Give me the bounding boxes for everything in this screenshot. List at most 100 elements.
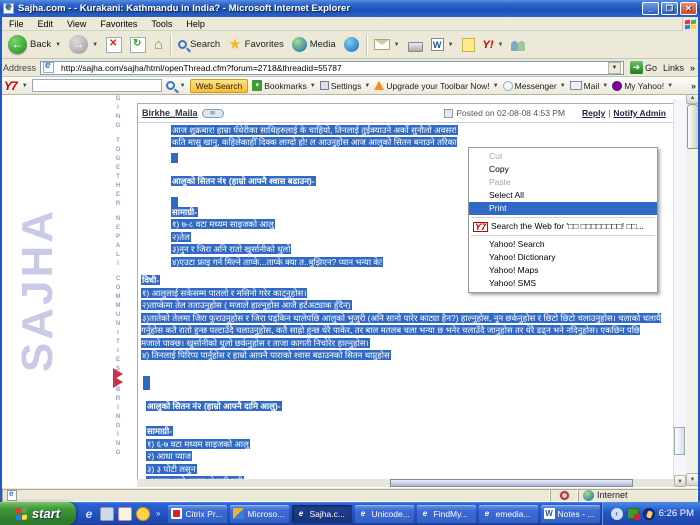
task-emedia[interactable]: e emedia... [479,505,538,523]
context-search-web[interactable]: Y7 Search the Web for '□□ □□□□□□□□! □□..… [469,220,657,233]
media-button[interactable]: Media [288,33,340,57]
start-button[interactable]: start [0,502,76,525]
print-button[interactable] [404,33,427,57]
context-paste[interactable]: Paste [469,176,657,189]
mail-dropdown-icon[interactable]: ▼ [602,83,608,89]
bookmarks-dropdown-icon[interactable]: ▼ [310,83,316,89]
menu-file[interactable]: File [2,19,31,29]
yahoo-dropdown-icon[interactable]: ▼ [498,42,504,48]
tagline-letter: U [116,311,120,320]
task-notes[interactable]: W Notes - ... [541,505,600,523]
task-microsoft[interactable]: Microso... [230,505,289,523]
discuss-icon [462,38,475,52]
messenger-label: Messenger [515,81,557,91]
yahoo-services-button[interactable]: Y! ▼ [479,33,508,57]
task-citrix[interactable]: Citrix Pr... [168,505,227,523]
my-yahoo-button[interactable]: My Yahoo! ▼ [612,81,673,91]
messenger-button[interactable] [507,33,530,57]
media-label: Media [310,39,336,50]
links-chevron-icon[interactable]: » [690,63,695,73]
content-scrollbar-thumb[interactable] [674,427,685,455]
favorites-button[interactable]: ★ Favorites [224,33,288,57]
content-scroll-down-button[interactable]: ▼ [674,475,686,487]
yahoo-search-input[interactable] [32,79,162,92]
mail-menu-button[interactable]: Mail ▼ [570,81,609,91]
post-author-link[interactable]: Birkhe_Maila [142,108,198,118]
close-button[interactable]: ✕ [680,2,697,15]
send-message-icon[interactable]: ✉ [202,109,224,118]
messenger-dropdown-icon[interactable]: ▼ [560,83,566,89]
menu-help[interactable]: Help [179,19,212,29]
search-button[interactable]: Search [174,33,224,57]
go-button[interactable]: ➜ Go [628,61,659,74]
back-button[interactable]: ← Back ▼ [4,33,65,57]
upgrade-toolbar-button[interactable]: Upgrade your Toolbar Now! ▼ [374,81,498,91]
menu-favorites[interactable]: Favorites [93,19,144,29]
menu-edit[interactable]: Edit [31,19,61,29]
horizontal-scrollbar[interactable] [137,479,673,487]
ybar-overflow-chevron[interactable]: » [691,81,696,91]
tray-collapse-chevron[interactable]: ‹ [611,508,623,520]
links-label[interactable]: Links [663,63,684,73]
forward-dropdown-icon[interactable]: ▼ [92,42,98,48]
context-copy[interactable]: Copy [469,163,657,176]
task-sajha[interactable]: e Sajha.c... [292,505,351,523]
quicklaunch-ie-icon[interactable]: e [82,507,96,521]
yahoo-magnifier-icon[interactable] [166,81,175,90]
minimize-button[interactable]: _ [642,2,659,15]
status-page-icon [7,490,17,501]
edit-with-word-button[interactable]: W ▼ [427,33,458,57]
bookmarks-button[interactable]: ▾ Bookmarks ▼ [252,80,315,91]
back-dropdown-icon[interactable]: ▼ [55,42,61,48]
forward-button[interactable]: → ▼ [65,33,102,57]
settings-button[interactable]: Settings ▼ [320,81,371,91]
context-yahoo-maps[interactable]: Yahoo! Maps [469,264,657,277]
mail-dropdown-icon[interactable]: ▼ [394,42,400,48]
tagline-letter: I [117,104,119,113]
home-button[interactable]: ⌂ [150,33,167,57]
yahoo-logo-button[interactable]: Y7 [4,79,17,93]
menu-tools[interactable]: Tools [144,19,179,29]
content-scrollbar[interactable]: ▼ [673,99,686,487]
internet-zone-icon [583,490,594,501]
quicklaunch-desktop-icon[interactable] [100,507,114,521]
yahoo-magnifier-dropdown-icon[interactable]: ▼ [180,83,186,89]
ingredient-item: १) ६-७ वटा मध्यम साइजको आलु [146,438,673,451]
mail-button[interactable]: ▼ [370,33,404,57]
tray-aim-icon[interactable] [643,508,655,520]
quicklaunch-overflow-chevron[interactable]: » [156,509,160,518]
discuss-button[interactable] [458,33,479,57]
address-dropdown-icon[interactable]: ▼ [608,62,621,74]
context-yahoo-sms[interactable]: Yahoo! SMS [469,277,657,290]
notify-admin-link[interactable]: Notify Admin [613,108,666,118]
task-findmy[interactable]: e FindMy... [417,505,476,523]
yahoo-logo-dropdown-icon[interactable]: ▼ [22,83,28,89]
settings-dropdown-icon[interactable]: ▼ [364,83,370,89]
reply-link[interactable]: Reply [582,108,605,118]
stop-button[interactable]: ✕ [102,33,126,57]
tagline-letter: E [116,164,120,173]
restore-button[interactable]: ❐ [661,2,678,15]
context-select-all[interactable]: Select All [469,189,657,202]
upgrade-label: Upgrade your Toolbar Now! [386,81,489,91]
messenger-menu-button[interactable]: Messenger ▼ [503,81,566,91]
my-yahoo-dropdown-icon[interactable]: ▼ [667,83,673,89]
task-unicode[interactable]: e Unicode... [355,505,414,523]
tray-network-icon[interactable] [627,508,639,519]
context-yahoo-dictionary[interactable]: Yahoo! Dictionary [469,251,657,264]
context-print[interactable]: Print [469,202,657,215]
upgrade-dropdown-icon[interactable]: ▼ [493,83,499,89]
horizontal-scrollbar-thumb[interactable] [390,479,633,487]
taskbar: start e » Citrix Pr... Microso... e Sajh… [0,502,700,525]
context-yahoo-search[interactable]: Yahoo! Search [469,238,657,251]
history-button[interactable] [340,33,363,57]
context-cut[interactable]: Cut [469,150,657,163]
web-search-button[interactable]: Web Search [190,79,249,93]
quicklaunch-messenger-icon[interactable] [136,507,150,521]
menu-view[interactable]: View [60,19,93,29]
quicklaunch-notepad-icon[interactable] [118,507,132,521]
address-input[interactable]: http://sajha.com/sajha/html/openThread.c… [40,61,624,75]
edit-dropdown-icon[interactable]: ▼ [448,42,454,48]
menu-separator [471,235,655,236]
refresh-button[interactable]: ↻ [126,33,150,57]
